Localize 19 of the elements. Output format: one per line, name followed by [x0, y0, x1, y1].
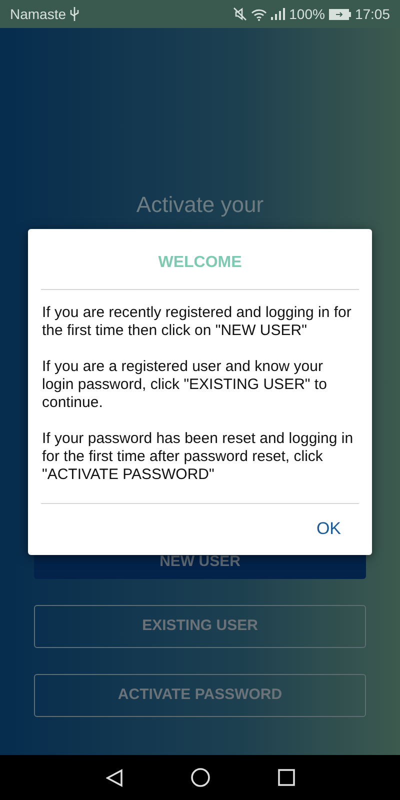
carrier-name: Namaste: [10, 4, 66, 24]
wifi-icon: [251, 8, 268, 20]
page-heading: Activate your: [136, 191, 264, 219]
outline-button[interactable]: ACTIVATE PASSWORD: [34, 674, 366, 717]
signal-icon: [271, 8, 286, 20]
mute-icon: [233, 7, 248, 21]
recents-icon[interactable]: [278, 769, 294, 786]
dialog-paragraph: If your password has been reset and logging in for the first time after password reset, click "ACTIVATE PASSWORD": [41, 430, 354, 484]
outline-button[interactable]: EXISTING USER: [34, 605, 366, 648]
home-icon[interactable]: [190, 768, 210, 787]
dialog-paragraph: If you are recently registered and logging in for the first time then click on "NEW USER": [41, 304, 352, 340]
dialog-paragraph: If you are a registered user and know your login password, click "EXISTING USER" to continue.: [41, 358, 328, 412]
dialog-title: WELCOME: [157, 253, 243, 273]
battery-percent: 100%: [289, 4, 325, 24]
ok-button[interactable]: OK: [306, 512, 351, 546]
back-icon[interactable]: [106, 768, 122, 786]
usb-icon: [70, 7, 80, 21]
battery-icon: [328, 8, 351, 20]
clock: 17:05: [354, 4, 390, 24]
